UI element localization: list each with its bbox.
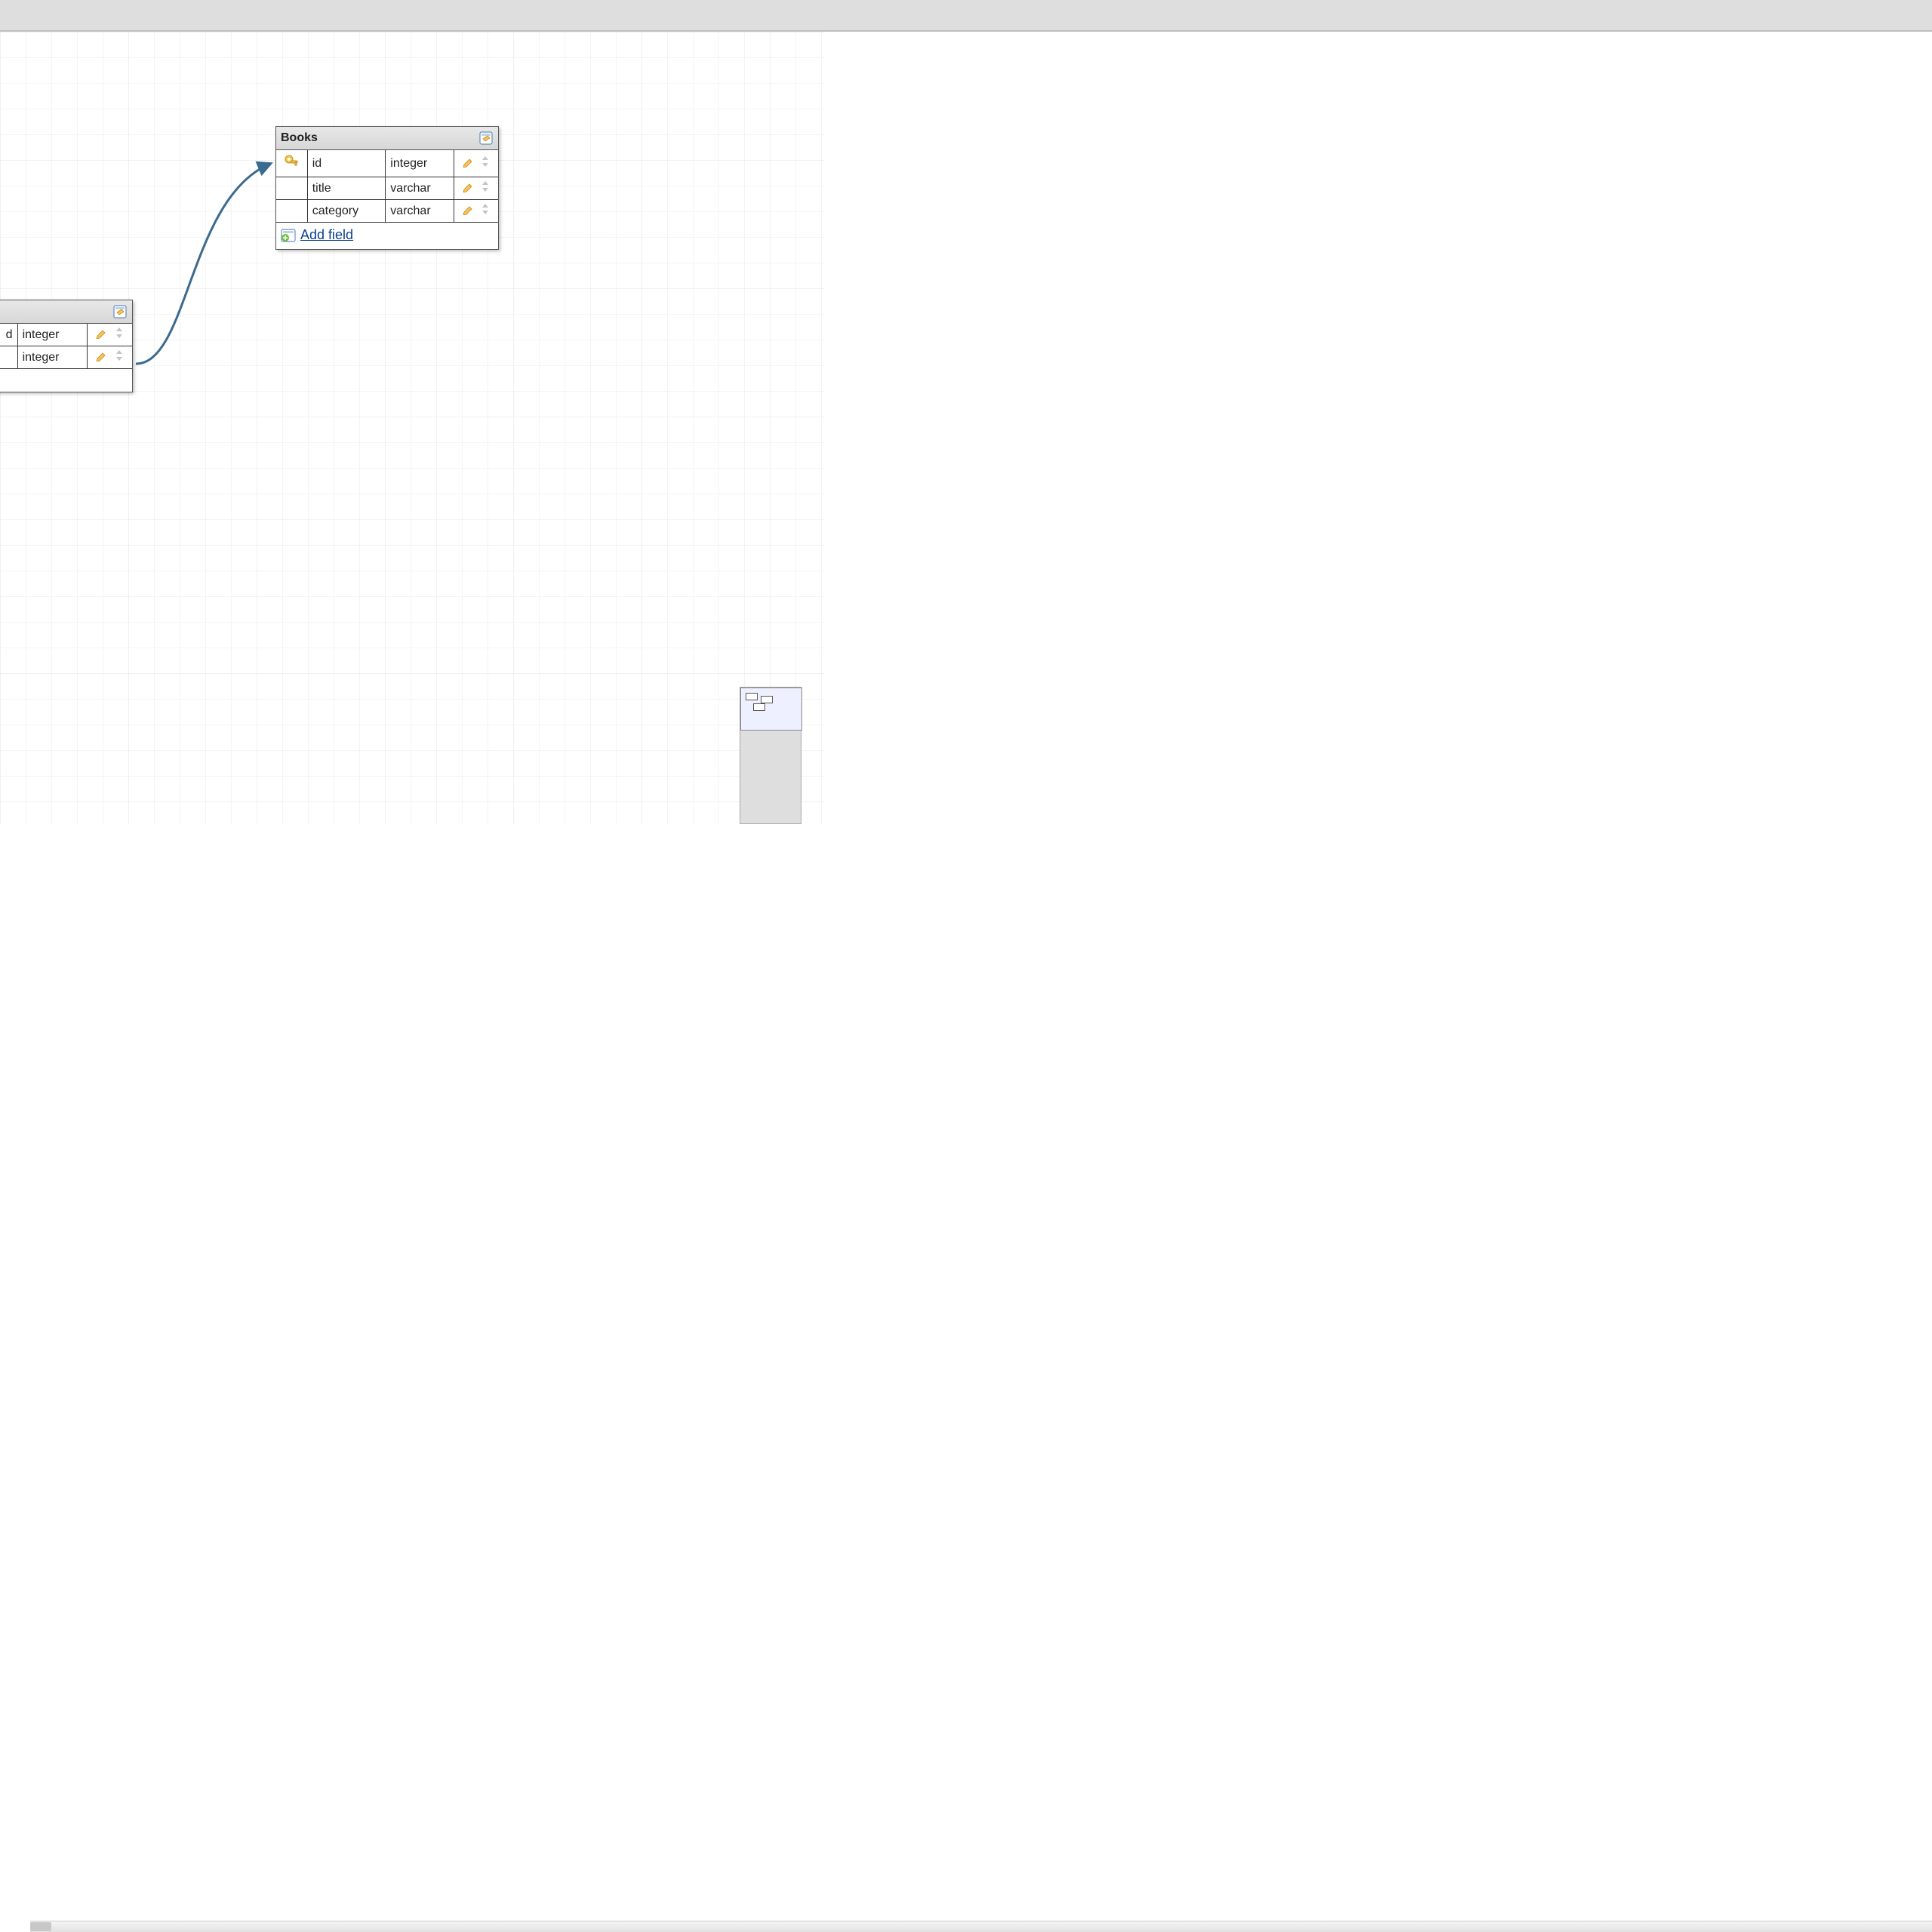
scrollbar-thumb[interactable] bbox=[30, 1922, 51, 1931]
key-cell bbox=[276, 150, 307, 177]
pencil-icon[interactable] bbox=[96, 349, 108, 361]
table-rows: d integer integer bbox=[0, 324, 132, 369]
pencil-icon[interactable] bbox=[463, 203, 475, 215]
field-actions bbox=[87, 324, 132, 346]
add-field-icon bbox=[281, 229, 296, 242]
horizontal-scrollbar[interactable] bbox=[30, 1921, 1932, 1932]
field-type[interactable]: integer bbox=[386, 150, 454, 177]
add-field-link[interactable]: Add field bbox=[300, 227, 353, 243]
field-type[interactable]: integer bbox=[17, 324, 87, 346]
field-actions bbox=[87, 346, 132, 369]
field-type[interactable]: varchar bbox=[386, 177, 454, 200]
reorder-icon[interactable] bbox=[481, 155, 490, 168]
minimap[interactable] bbox=[740, 687, 801, 824]
pencil-icon[interactable] bbox=[463, 155, 475, 168]
field-row[interactable]: title varchar bbox=[276, 177, 498, 200]
field-name[interactable]: title bbox=[307, 177, 386, 200]
field-row[interactable]: d integer bbox=[0, 324, 132, 346]
minimap-viewport[interactable] bbox=[740, 688, 802, 731]
field-name[interactable] bbox=[0, 346, 17, 369]
table-header[interactable]: Books bbox=[276, 127, 498, 150]
edit-table-icon[interactable] bbox=[112, 304, 128, 319]
field-row[interactable]: category varchar bbox=[276, 200, 498, 223]
table-title: Books bbox=[281, 131, 318, 145]
minimap-node bbox=[761, 696, 773, 703]
pencil-icon[interactable] bbox=[96, 327, 108, 339]
field-type[interactable]: integer bbox=[17, 346, 87, 369]
minimap-node bbox=[746, 693, 758, 700]
key-cell bbox=[276, 200, 307, 223]
edit-table-icon[interactable] bbox=[478, 131, 494, 146]
field-name[interactable]: id bbox=[307, 150, 386, 177]
reorder-icon[interactable] bbox=[115, 349, 124, 361]
pencil-icon[interactable] bbox=[463, 180, 475, 192]
reorder-icon[interactable] bbox=[115, 327, 124, 339]
primary-key-icon bbox=[283, 153, 300, 170]
table-rows: id integer title varchar cat bbox=[276, 150, 498, 223]
field-actions bbox=[454, 200, 498, 223]
table-partial-left[interactable]: d integer integer bbox=[0, 300, 133, 392]
reorder-icon[interactable] bbox=[481, 203, 490, 215]
key-cell bbox=[276, 177, 307, 200]
field-actions bbox=[454, 150, 498, 177]
add-field-row[interactable]: Add field bbox=[276, 223, 498, 249]
field-name[interactable]: category bbox=[307, 200, 386, 223]
field-row[interactable]: integer bbox=[0, 346, 132, 369]
table-books[interactable]: Books id integer bbox=[275, 126, 499, 250]
field-row[interactable]: id integer bbox=[276, 150, 498, 177]
reorder-icon[interactable] bbox=[481, 180, 490, 192]
minimap-node bbox=[753, 703, 765, 711]
diagram-canvas[interactable]: Books id integer bbox=[0, 32, 824, 824]
field-actions bbox=[454, 177, 498, 200]
field-name[interactable]: d bbox=[0, 324, 17, 346]
toolbar bbox=[0, 0, 1932, 32]
field-type[interactable]: varchar bbox=[386, 200, 454, 223]
table-header[interactable] bbox=[0, 300, 132, 324]
